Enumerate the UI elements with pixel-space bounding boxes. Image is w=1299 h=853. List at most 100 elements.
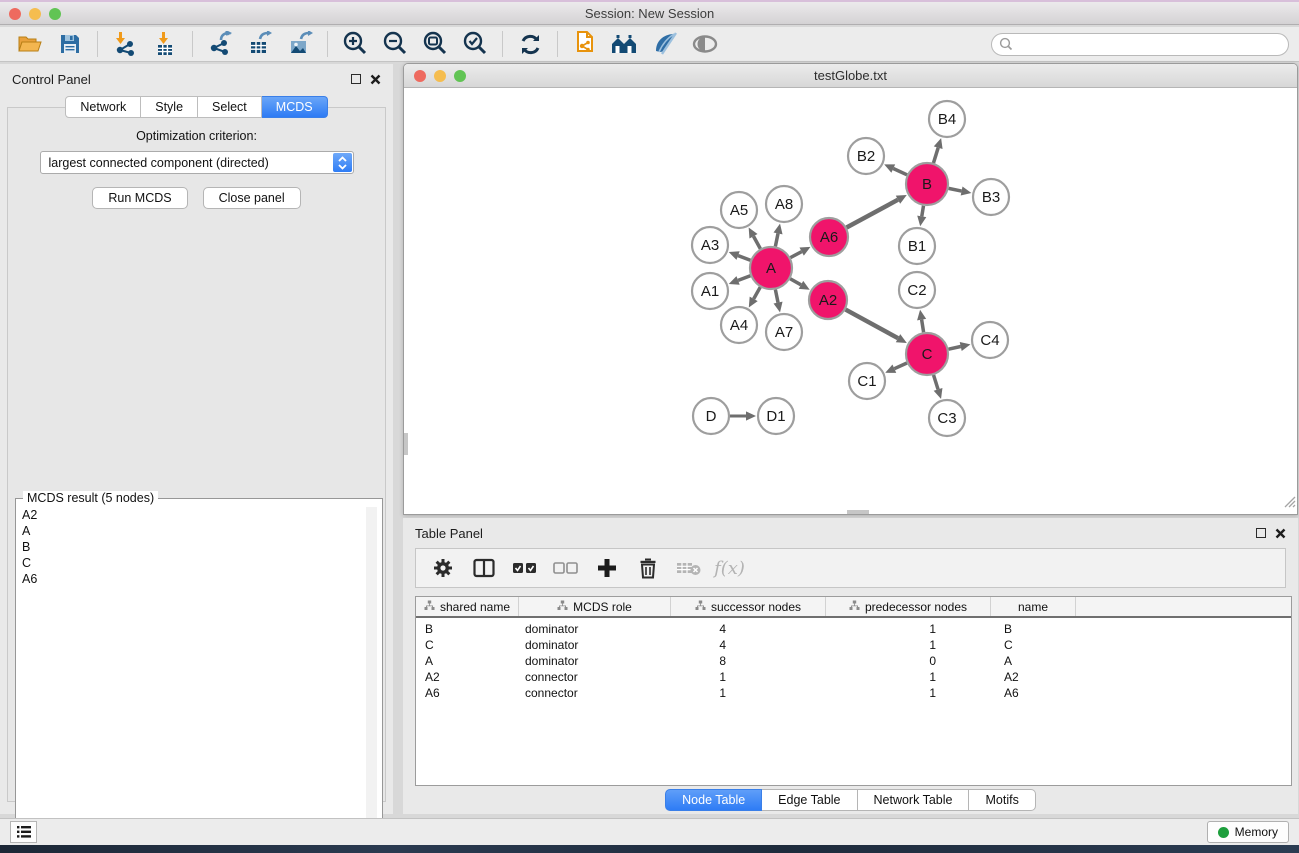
column-header-MCDS-role[interactable]: MCDS role bbox=[519, 597, 671, 616]
delete-column-icon[interactable] bbox=[629, 552, 666, 584]
tab-network[interactable]: Network bbox=[65, 96, 141, 118]
float-panel-icon[interactable] bbox=[1256, 528, 1266, 538]
criterion-select[interactable]: largest connected component (directed) bbox=[40, 151, 354, 174]
import-table-icon[interactable] bbox=[145, 29, 185, 59]
table-tabs: Node TableEdge TableNetwork TableMotifs bbox=[403, 789, 1298, 811]
export-image-icon[interactable] bbox=[280, 29, 320, 59]
show-panels-list-icon[interactable] bbox=[10, 821, 37, 843]
edge-C-C1[interactable] bbox=[894, 363, 907, 369]
edge-A-A2[interactable] bbox=[790, 279, 801, 285]
style-icon[interactable] bbox=[645, 29, 685, 59]
mcds-result-list[interactable]: A2ABCA6 bbox=[16, 499, 382, 829]
run-mcds-button[interactable]: Run MCDS bbox=[92, 187, 187, 209]
node-label-A4: A4 bbox=[730, 317, 748, 334]
table-cell: A2 bbox=[416, 670, 519, 684]
result-item[interactable]: A2 bbox=[22, 507, 376, 523]
splitter-handle[interactable] bbox=[404, 433, 408, 455]
close-window-button[interactable] bbox=[9, 8, 21, 20]
node-table[interactable]: shared name MCDS role successor nodesprede… bbox=[415, 596, 1292, 786]
close-panel-icon[interactable] bbox=[1275, 528, 1286, 539]
resize-grip[interactable] bbox=[1283, 495, 1296, 513]
edge-C-C3[interactable] bbox=[934, 375, 938, 389]
show-hide-graphics-icon[interactable] bbox=[685, 29, 725, 59]
tab-edge-table[interactable]: Edge Table bbox=[762, 789, 857, 811]
close-network-window-button[interactable] bbox=[414, 70, 426, 82]
edge-B-B3[interactable] bbox=[949, 188, 962, 191]
edge-A-A3[interactable] bbox=[738, 256, 750, 261]
edge-A-A8[interactable] bbox=[775, 233, 778, 246]
result-item[interactable]: B bbox=[22, 539, 376, 555]
result-item[interactable]: C bbox=[22, 555, 376, 571]
float-panel-icon[interactable] bbox=[351, 74, 361, 84]
edge-C-C2[interactable] bbox=[922, 320, 924, 333]
column-header-predecessor-nodes[interactable]: predecessor nodes bbox=[826, 597, 991, 616]
result-item[interactable]: A6 bbox=[22, 571, 376, 587]
edge-C-C4[interactable] bbox=[948, 347, 960, 350]
edge-A6-B[interactable] bbox=[847, 200, 898, 228]
edge-A-A6[interactable] bbox=[790, 252, 801, 258]
edge-A-A1[interactable] bbox=[738, 276, 750, 281]
export-network-icon[interactable] bbox=[200, 29, 240, 59]
save-session-icon[interactable] bbox=[50, 29, 90, 59]
network-graph[interactable]: B4B2BB3A5A8A6A3B1AA1C2A2A4A7C4CC1C3DD1 bbox=[404, 88, 1297, 514]
function-icon-label: f(x) bbox=[714, 558, 745, 579]
table-row[interactable]: A6connector11A6 bbox=[416, 685, 1291, 701]
table-row[interactable]: Bdominator41B bbox=[416, 621, 1291, 637]
table-cell: A6 bbox=[416, 686, 519, 700]
minimize-network-window-button[interactable] bbox=[434, 70, 446, 82]
network-view-window: testGlobe.txt B4B2BB3A5A8A6A3B1AA1C2A2A4… bbox=[403, 63, 1298, 515]
zoom-selected-icon[interactable] bbox=[455, 29, 495, 59]
split-view-icon[interactable] bbox=[465, 552, 502, 584]
search-input[interactable] bbox=[991, 33, 1289, 56]
close-panel-button[interactable]: Close panel bbox=[203, 187, 301, 209]
table-row[interactable]: Adominator80A bbox=[416, 653, 1291, 669]
open-session-icon[interactable] bbox=[10, 29, 50, 59]
minimize-window-button[interactable] bbox=[29, 8, 41, 20]
table-cell: dominator bbox=[519, 654, 671, 668]
edge-B-B1[interactable] bbox=[922, 206, 924, 217]
settings-icon[interactable] bbox=[424, 552, 461, 584]
tab-mcds[interactable]: MCDS bbox=[262, 96, 328, 118]
edge-A-A7[interactable] bbox=[775, 290, 778, 303]
zoom-network-window-button[interactable] bbox=[454, 70, 466, 82]
tab-motifs[interactable]: Motifs bbox=[969, 789, 1035, 811]
column-header-shared-name[interactable]: shared name bbox=[416, 597, 519, 616]
new-network-icon[interactable] bbox=[565, 29, 605, 59]
select-all-icon[interactable] bbox=[506, 552, 543, 584]
tab-style[interactable]: Style bbox=[141, 96, 198, 118]
splitter-handle[interactable] bbox=[847, 510, 869, 514]
tab-node-table[interactable]: Node Table bbox=[665, 789, 762, 811]
edge-A-A5[interactable] bbox=[753, 236, 760, 248]
function-icon[interactable]: f(x) bbox=[711, 552, 748, 584]
tab-select[interactable]: Select bbox=[198, 96, 262, 118]
table-row[interactable]: A2connector11A2 bbox=[416, 669, 1291, 685]
table-row[interactable]: Cdominator41C bbox=[416, 637, 1291, 653]
edge-B-B4[interactable] bbox=[933, 148, 938, 163]
zoom-out-icon[interactable] bbox=[375, 29, 415, 59]
column-header-successor-nodes[interactable]: successor nodes bbox=[671, 597, 826, 616]
export-table-icon[interactable] bbox=[240, 29, 280, 59]
control-panel-title: Control Panel bbox=[12, 72, 91, 87]
apply-layout-icon[interactable] bbox=[510, 29, 550, 59]
edge-A-A4[interactable] bbox=[754, 287, 761, 299]
delete-table-icon[interactable] bbox=[670, 552, 707, 584]
tab-network-table[interactable]: Network Table bbox=[858, 789, 970, 811]
column-label: MCDS role bbox=[573, 600, 632, 614]
zoom-in-icon[interactable] bbox=[335, 29, 375, 59]
mcds-panel: Optimization criterion: largest connecte… bbox=[7, 107, 386, 802]
edge-B-B2[interactable] bbox=[893, 169, 907, 175]
first-neighbors-icon[interactable] bbox=[605, 29, 645, 59]
control-panel: Control Panel NetworkStyleSelectMCDS Opt… bbox=[0, 64, 393, 814]
edge-A2-C[interactable] bbox=[846, 310, 898, 339]
network-canvas[interactable]: B4B2BB3A5A8A6A3B1AA1C2A2A4A7C4CC1C3DD1 bbox=[404, 88, 1297, 514]
deselect-all-icon[interactable] bbox=[547, 552, 584, 584]
result-scrollbar[interactable] bbox=[366, 507, 377, 827]
add-column-icon[interactable] bbox=[588, 552, 625, 584]
memory-button[interactable]: Memory bbox=[1207, 821, 1289, 843]
import-network-icon[interactable] bbox=[105, 29, 145, 59]
column-header-name[interactable]: name bbox=[991, 597, 1076, 616]
zoom-fit-icon[interactable] bbox=[415, 29, 455, 59]
zoom-window-button[interactable] bbox=[49, 8, 61, 20]
close-panel-icon[interactable] bbox=[370, 74, 381, 85]
result-item[interactable]: A bbox=[22, 523, 376, 539]
